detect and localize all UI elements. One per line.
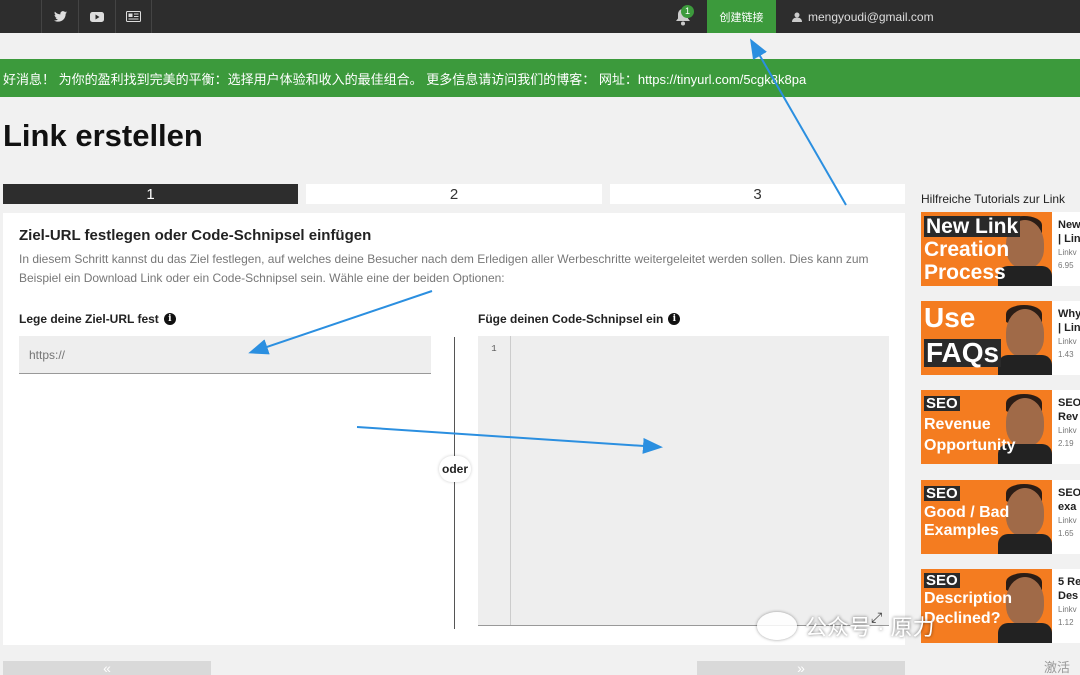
- create-link-panel: Ziel-URL festlegen oder Code-Schnipsel e…: [3, 213, 905, 645]
- social-links: [41, 0, 152, 33]
- tutorial-card[interactable]: Use FAQs Why | Lin Linkv 1.43: [921, 301, 1080, 375]
- tutorial-info: New | Lin Linkv 6.95: [1058, 219, 1080, 270]
- code-label: Füge deinen Code-Schnipsel ein i: [478, 312, 681, 326]
- wechat-watermark: 公众号 · 原力: [757, 610, 935, 642]
- panel-description: In diesem Schritt kannst du das Ziel fes…: [19, 252, 869, 285]
- create-link-button[interactable]: 创建链接: [707, 0, 776, 33]
- notification-badge: 1: [681, 5, 694, 18]
- info-icon[interactable]: i: [163, 313, 176, 325]
- tutorial-thumbnail: New Link Creation Process: [921, 212, 1052, 286]
- top-bar: 1 创建链接 mengyoudi@gmail.com: [0, 0, 1080, 33]
- tutorial-info: SEO Rev Linkv 2.19: [1058, 397, 1080, 448]
- user-menu[interactable]: mengyoudi@gmail.com: [792, 0, 934, 33]
- step-2[interactable]: 2: [306, 184, 602, 204]
- tutorial-card[interactable]: SEO Good / Bad Examples SEO exa Linkv 1.…: [921, 480, 1080, 554]
- url-label: Lege deine Ziel-URL fest i: [19, 312, 176, 326]
- tutorial-thumbnail: Use FAQs: [921, 301, 1052, 375]
- announcement-banner: 好消息！ 为你的盈利找到完美的平衡：选择用户体验和收入的最佳组合。 更多信息请访…: [0, 59, 1080, 97]
- user-icon: [792, 12, 802, 22]
- wechat-text: 公众号 · 原力: [805, 615, 935, 640]
- tutorial-info: 5 Re Des Linkv 1.12: [1058, 576, 1080, 627]
- previous-button[interactable]: «: [3, 661, 211, 675]
- page-title: Link erstellen: [3, 118, 203, 153]
- sidebar-title: Hilfreiche Tutorials zur Link: [921, 192, 1066, 206]
- tutorial-card[interactable]: New Link Creation Process New | Lin Link…: [921, 212, 1080, 286]
- or-badge: oder: [439, 456, 471, 482]
- step-1[interactable]: 1: [3, 184, 298, 204]
- code-snippet-editor[interactable]: 1: [478, 336, 889, 626]
- code-label-text: Füge deinen Code-Schnipsel ein: [478, 312, 664, 326]
- notification-bell-icon[interactable]: 1: [670, 5, 698, 29]
- double-chevron-left-icon: «: [103, 661, 111, 675]
- tutorial-card[interactable]: SEO Revenue Opportunity SEO Rev Linkv 2.…: [921, 390, 1080, 464]
- panel-heading: Ziel-URL festlegen oder Code-Schnipsel e…: [19, 227, 372, 244]
- news-icon[interactable]: [115, 0, 152, 33]
- next-button[interactable]: »: [697, 661, 905, 675]
- step-3[interactable]: 3: [610, 184, 905, 204]
- user-email: mengyoudi@gmail.com: [808, 9, 934, 24]
- tutorial-info: SEO exa Linkv 1.65: [1058, 487, 1080, 538]
- twitter-icon[interactable]: [41, 0, 78, 33]
- tutorial-info: Why | Lin Linkv 1.43: [1058, 308, 1080, 359]
- tutorial-thumbnail: SEO Description Declined?: [921, 569, 1052, 643]
- url-label-text: Lege deine Ziel-URL fest: [19, 312, 159, 326]
- activate-text: 激活: [1044, 660, 1071, 675]
- double-chevron-right-icon: »: [797, 661, 805, 675]
- info-icon[interactable]: i: [668, 313, 681, 325]
- divider: [454, 337, 455, 629]
- tutorial-thumbnail: SEO Good / Bad Examples: [921, 480, 1052, 554]
- tutorial-thumbnail: SEO Revenue Opportunity: [921, 390, 1052, 464]
- tutorial-card[interactable]: SEO Description Declined? 5 Re Des Linkv…: [921, 569, 1080, 643]
- target-url-input[interactable]: [19, 336, 431, 374]
- wechat-icon: [757, 612, 797, 640]
- line-number-gutter: 1: [478, 336, 511, 625]
- youtube-icon[interactable]: [78, 0, 115, 33]
